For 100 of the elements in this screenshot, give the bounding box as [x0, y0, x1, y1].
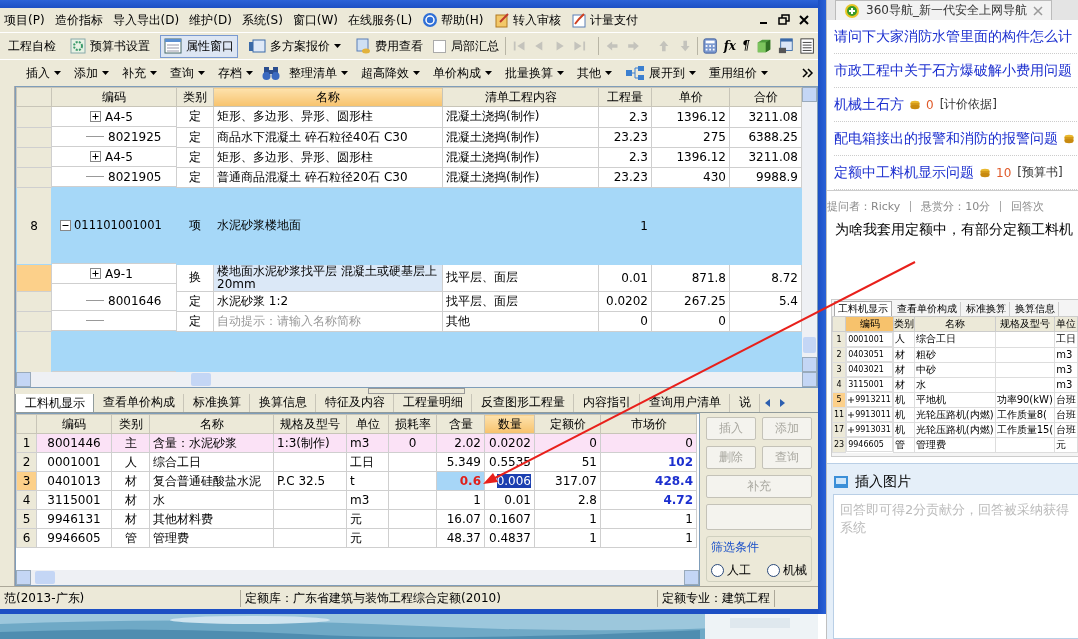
table-cell: 23.23 — [613, 170, 648, 184]
dropdown-button[interactable]: 单价构成 — [429, 61, 496, 85]
dropdown-button[interactable]: 重用组价 — [705, 61, 772, 85]
menu-item[interactable]: 计量支付 — [570, 11, 638, 29]
tab[interactable]: 说 — [730, 394, 760, 412]
question-link[interactable]: 机械土石方 — [834, 95, 904, 114]
toolbar-glyph[interactable]: ¶ — [742, 39, 750, 53]
column-header[interactable]: 含量 — [436, 414, 485, 434]
item-code: A9-1 — [105, 266, 133, 281]
menu-item[interactable]: 转入审核 — [493, 11, 561, 29]
tab[interactable]: 标准换算 — [184, 394, 250, 412]
table-cell: 1 — [589, 512, 597, 526]
table-cell: m3 — [1056, 349, 1073, 360]
table-cell: 1 — [685, 531, 693, 545]
table-cell: 水泥砂浆 1:2 — [217, 293, 289, 308]
column-header[interactable]: 工程量 — [598, 87, 652, 107]
dropdown-button[interactable]: 其他 — [573, 61, 616, 85]
item-code: 011101001001 — [74, 218, 162, 232]
table-cell: 1 — [685, 512, 693, 526]
toolbar-button[interactable]: 属性窗口 — [160, 34, 238, 58]
table-cell: 3115001 — [47, 493, 101, 507]
column-header[interactable]: 类别 — [176, 87, 214, 107]
table-cell: 管 — [894, 438, 905, 450]
question-link[interactable]: 定额中工料机显示问题 — [834, 163, 974, 182]
menu-item[interactable]: 窗口(W) — [292, 11, 339, 29]
column-header[interactable]: 名称 — [213, 87, 443, 107]
table-cell: 定 — [189, 149, 201, 164]
tab[interactable]: 特征及内容 — [316, 394, 394, 412]
checkbox[interactable]: 局部汇总 — [433, 37, 499, 55]
dropdown-button[interactable]: 展开到 — [621, 61, 700, 85]
column-header[interactable]: 编码 — [51, 87, 177, 107]
table-cell: 871.8 — [691, 270, 726, 285]
table-cell: 267.25 — [684, 294, 726, 308]
table-cell: m3 — [350, 493, 370, 507]
table-cell: 管 — [124, 530, 137, 545]
dropdown-button[interactable]: 超高降效 — [357, 61, 424, 85]
column-header: 名称 — [914, 316, 996, 332]
answer-box[interactable]: 回答即可得2分贡献分，回答被采纳获得系统 — [833, 494, 1078, 639]
table-cell: 8001446 — [47, 436, 101, 450]
tab[interactable]: 换算信息 — [250, 394, 316, 412]
table-cell: 428.4 — [655, 474, 693, 488]
menu-item[interactable]: 项目(P) — [4, 11, 45, 29]
item-code: A4-5 — [105, 109, 133, 124]
table-cell: 普通商品混凝土 碎石粒径20石 C30 — [217, 169, 408, 184]
table-cell: 1396.12 — [676, 150, 726, 164]
dropdown-button[interactable]: 添加 — [70, 61, 113, 85]
tab[interactable]: 查询用户清单 — [640, 394, 730, 412]
column-header[interactable]: 清单工程内容 — [442, 87, 599, 107]
column-header[interactable]: 损耗率 — [388, 414, 437, 434]
menu-item[interactable]: 帮助(H) — [422, 11, 484, 29]
question-link[interactable]: 市政工程中关于石方爆破解小费用问题 — [834, 61, 1072, 80]
table-cell: 9913211 — [855, 395, 891, 404]
tab[interactable]: 查看单价构成 — [94, 394, 184, 412]
row-number: 17 — [834, 425, 845, 434]
column-header[interactable]: 定额价 — [534, 414, 601, 434]
browser-tab[interactable]: 360导航_新一代安全上网导航 — [835, 0, 1052, 20]
radio-option[interactable]: 人工 — [711, 562, 751, 579]
dropdown-button[interactable]: 插入 — [22, 61, 65, 85]
dropdown-button[interactable]: 补充 — [118, 61, 161, 85]
table-cell: 275 — [703, 130, 726, 144]
toolbar-button[interactable]: 预算书设置 — [66, 34, 154, 58]
column-header[interactable]: 单价 — [651, 87, 730, 107]
table-cell: 人 — [124, 454, 137, 469]
toolbar-button[interactable]: 工程自检 — [4, 34, 60, 58]
dropdown-button[interactable]: 存档 — [214, 61, 257, 85]
menu-item[interactable]: 系统(S) — [241, 11, 283, 29]
dropdown-button[interactable]: 查询 — [166, 61, 209, 85]
toolbar-button[interactable]: 多方案报价 — [244, 34, 345, 58]
radio-option[interactable]: 机械 — [767, 562, 807, 579]
menu-item[interactable]: 导入导出(D) — [112, 11, 180, 29]
menu-item[interactable]: 维护(D) — [189, 11, 232, 29]
table-cell: 材 — [894, 348, 905, 360]
tab[interactable]: 内容指引 — [574, 394, 640, 412]
row-number: 11 — [834, 410, 845, 419]
table-cell: 其他材料费 — [153, 511, 213, 526]
table-cell: 102 — [667, 455, 693, 469]
column-header[interactable]: 名称 — [149, 414, 274, 434]
column-header[interactable]: 规格及型号 — [273, 414, 347, 434]
question-link[interactable]: 请问下大家消防水管里面的构件怎么计 — [834, 27, 1072, 46]
row-number: 4 — [22, 493, 31, 507]
toolbar-button[interactable]: 费用查看 — [351, 34, 427, 58]
dropdown-button[interactable]: 整理清单 — [285, 61, 352, 85]
column-header[interactable]: 市场价 — [600, 414, 697, 434]
menu-item[interactable]: 在线服务(L) — [348, 11, 413, 29]
tab[interactable]: 反查图形工程量 — [472, 394, 574, 412]
table-cell: 水 — [153, 492, 165, 507]
toolbar-glyph[interactable]: fx — [723, 39, 736, 53]
column-header[interactable]: 类别 — [111, 414, 150, 434]
dropdown-button[interactable]: 批量换算 — [501, 61, 568, 85]
column-header[interactable]: 单位 — [346, 414, 389, 434]
menu-item[interactable]: 造价指标 — [54, 11, 103, 29]
insert-image-link[interactable]: 插入图片 — [855, 473, 911, 491]
tab[interactable]: 工料机显示 — [15, 394, 94, 412]
tab[interactable]: 工程量明细 — [394, 394, 472, 412]
column-header[interactable]: 合价 — [729, 87, 802, 107]
column-header[interactable]: 编码 — [36, 414, 112, 434]
table-cell: 0403021 — [848, 365, 884, 374]
question-link[interactable]: 配电箱接出的报警和消防的报警问题 — [834, 129, 1058, 148]
question-meta: 提问者：Ricky — [827, 198, 901, 214]
column-header[interactable]: 数量 — [484, 414, 535, 434]
